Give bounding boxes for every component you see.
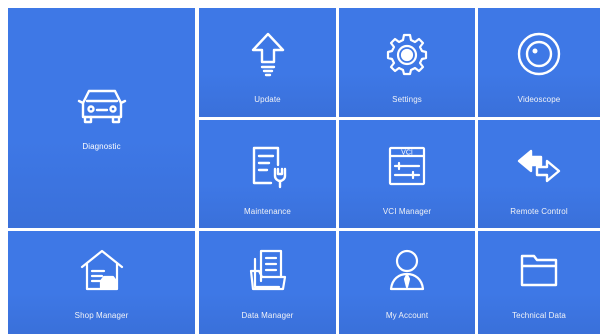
technical-data-tile[interactable]: Technical Data [478, 231, 600, 334]
settings-tile[interactable]: Settings [339, 8, 475, 117]
clipboard-wrench-icon [245, 143, 291, 189]
update-tile[interactable]: Update [199, 8, 336, 117]
diagnostic-tile[interactable]: Diagnostic [8, 8, 195, 228]
garage-icon [79, 247, 125, 293]
shop-manager-label: Shop Manager [74, 311, 129, 320]
bidirectional-arrows-icon [516, 143, 562, 189]
car-icon [77, 85, 127, 125]
camera-lens-icon [516, 31, 562, 77]
vci-device-icon: VCI [384, 143, 430, 189]
data-manager-tile[interactable]: Data Manager [199, 231, 336, 334]
update-label: Update [254, 95, 281, 104]
gear-icon [384, 31, 430, 77]
folder-icon [516, 247, 562, 293]
upload-arrow-icon [245, 31, 291, 77]
user-icon [384, 247, 430, 293]
svg-text:VCI: VCI [401, 150, 413, 157]
diagnostic-label: Diagnostic [82, 142, 121, 151]
videoscope-label: Videoscope [517, 95, 561, 104]
my-account-tile[interactable]: My Account [339, 231, 475, 334]
maintenance-label: Maintenance [244, 207, 291, 216]
data-manager-label: Data Manager [241, 311, 294, 320]
shop-manager-tile[interactable]: Shop Manager [8, 231, 195, 334]
my-account-label: My Account [385, 311, 429, 320]
settings-label: Settings [392, 95, 422, 104]
maintenance-tile[interactable]: Maintenance [199, 120, 336, 228]
vci-manager-label: VCI Manager [382, 207, 432, 216]
remote-control-label: Remote Control [510, 207, 568, 216]
documents-icon [245, 247, 291, 293]
app-menu-grid: Diagnostic Update Settings Videoscope Ma… [0, 0, 606, 334]
videoscope-tile[interactable]: Videoscope [478, 8, 600, 117]
vci-manager-tile[interactable]: VCI VCI Manager [339, 120, 475, 228]
technical-data-label: Technical Data [512, 311, 566, 320]
remote-control-tile[interactable]: Remote Control [478, 120, 600, 228]
